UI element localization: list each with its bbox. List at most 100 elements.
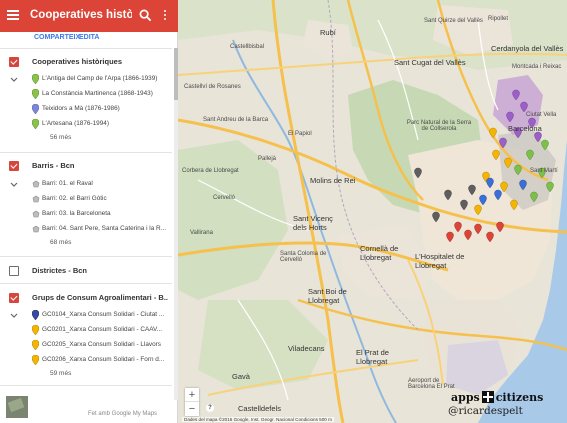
layer-checkbox-grups-consum[interactable]: [9, 293, 19, 303]
list-item-label: GC0205_Xarxa Consum Solidari - Llavors: [42, 341, 161, 348]
search-icon[interactable]: [139, 9, 152, 22]
polygon-shape: [32, 180, 40, 188]
pin-shape: [32, 119, 39, 129]
zoom-control: + −: [185, 388, 199, 416]
list-item[interactable]: GC0206_Xarxa Consum Solidari - Forn d...: [32, 355, 172, 367]
list-item[interactable]: GC0201_Xarxa Consum Solidari - CAAV...: [32, 325, 172, 337]
map-label: Ciutat Vella: [526, 112, 557, 118]
layer-name: Barris - Bcn: [32, 161, 75, 170]
list-item-label: GC0201_Xarxa Consum Solidari - CAAV...: [42, 326, 163, 333]
map-pin-icon: [32, 325, 39, 335]
more-options-icon[interactable]: [160, 8, 170, 24]
list-item-label: GC0206_Xarxa Consum Solidari - Forn d...: [42, 356, 165, 363]
list-item[interactable]: L'Antiga del Camp de l'Arpa (1866-1939): [32, 74, 172, 86]
map-label: Cervelló: [213, 195, 236, 201]
brand-logo: apps citizens: [451, 391, 543, 404]
map-label: Montcada i Reixac: [512, 64, 562, 70]
more-items-link[interactable]: 56 més: [50, 134, 71, 141]
list-item-label: La Constància Martinenca (1868-1943): [42, 90, 153, 97]
pin-shape: [32, 340, 39, 350]
map-pin-icon: [32, 310, 39, 320]
polygon-shape: [32, 210, 40, 218]
list-item[interactable]: L'Artesana (1876-1994): [32, 119, 172, 131]
divider: [0, 48, 172, 49]
list-item-label: L'Artesana (1876-1994): [42, 120, 109, 127]
help-icon[interactable]: ?: [206, 404, 214, 412]
layer-checkbox-districtes[interactable]: [9, 266, 19, 276]
list-item-label: L'Antiga del Camp de l'Arpa (1866-1939): [42, 75, 158, 82]
map-pin-icon: [32, 355, 39, 365]
layer-districtes[interactable]: Districtes - Bcn: [0, 264, 172, 280]
map-label: Castellbisbal: [230, 44, 265, 50]
pin-shape: [32, 104, 39, 114]
list-item[interactable]: GC0205_Xarxa Consum Solidari - Llavors: [32, 340, 172, 352]
map-actions: COMPARTEIX EDITA: [0, 32, 178, 47]
list-item[interactable]: Barri: 02. el Barri Gòtic: [32, 194, 172, 206]
map-pin-icon: [32, 74, 39, 84]
pin-shape: [32, 325, 39, 335]
list-item-label: Barri: 04. Sant Pere, Santa Caterina i l…: [42, 225, 166, 232]
map-label: Cerdanyola del Vallès: [491, 44, 564, 53]
map-label: Ripollet: [488, 16, 509, 22]
polygon-icon: [32, 225, 40, 233]
map-label: Castelldefels: [238, 404, 281, 413]
list-item[interactable]: GC0104_Xarxa Consum Solidari - Ciutat ..…: [32, 310, 172, 322]
edit-button[interactable]: EDITA: [79, 34, 99, 41]
map-label: Cornellà de Llobregat: [360, 244, 399, 262]
polygon-shape: [32, 195, 40, 203]
map-label: Santa Coloma de Cervelló: [280, 251, 327, 263]
pin-shape: [32, 310, 39, 320]
list-item[interactable]: Barri: 03. la Barceloneta: [32, 209, 172, 221]
brand-mark-icon: [481, 391, 494, 403]
basemap-thumbnail[interactable]: [6, 396, 28, 418]
pin-shape: [32, 74, 39, 84]
layer-barris[interactable]: Barris - Bcn: [0, 159, 172, 175]
layer-cooperatives[interactable]: Cooperatives històriques: [0, 55, 172, 71]
side-panel: Cooperatives històriq COMPARTEIX EDITA C…: [0, 0, 178, 423]
map-title: Cooperatives històriq: [30, 9, 132, 21]
map-label: Castellví de Rosanes: [184, 84, 241, 90]
chevron-down-icon[interactable]: [10, 313, 18, 318]
zoom-out-button[interactable]: −: [185, 402, 199, 416]
list-item-label: Teixidors a Mà (1876-1986): [42, 105, 120, 112]
more-items-link[interactable]: 68 més: [50, 239, 71, 246]
polygon-icon: [32, 180, 40, 188]
map-label: Viladecans: [288, 344, 325, 353]
map-label: Rubí: [320, 28, 336, 37]
map-label: Gavà: [232, 372, 250, 381]
made-with-text: Fet amb Google My Maps: [88, 411, 158, 417]
share-button[interactable]: COMPARTEIX: [34, 34, 80, 41]
map-label: Parc Natural de la Serra de Collserola: [406, 120, 472, 132]
brand-handle: @ricardespelt: [448, 405, 523, 417]
app-bar: Cooperatives històriq: [0, 0, 178, 32]
brand-name-right: citizens: [495, 391, 544, 404]
map-label: Vallirana: [190, 230, 213, 236]
pin-shape: [32, 89, 39, 99]
list-item[interactable]: Barri: 01. el Raval: [32, 179, 172, 191]
divider: [0, 283, 172, 284]
menu-icon[interactable]: [5, 8, 21, 24]
map-label: Sant Martí: [530, 168, 558, 174]
pin-shape: [32, 355, 39, 365]
layer-checkbox-barris[interactable]: [9, 161, 19, 171]
list-item[interactable]: Barri: 04. Sant Pere, Santa Caterina i l…: [32, 224, 172, 236]
list-item[interactable]: Teixidors a Mà (1876-1986): [32, 104, 172, 116]
list-item[interactable]: La Constància Martinenca (1868-1943): [32, 89, 172, 101]
map-pin-icon: [32, 104, 39, 114]
map-label: L'Hospitalet de Llobregat: [415, 252, 465, 270]
layer-checkbox-cooperatives[interactable]: [9, 57, 19, 67]
map-label: El Papiol: [288, 131, 312, 137]
layer-grups-consum[interactable]: Grups de Consum Agroalimentari - B...: [0, 291, 172, 307]
brand-name-left: apps: [451, 391, 480, 404]
more-items-link[interactable]: 59 més: [50, 370, 71, 377]
chevron-down-icon[interactable]: [10, 182, 18, 187]
layer-name: Cooperatives històriques: [32, 57, 123, 66]
map-pin-icon: [32, 119, 39, 129]
layer-name: Districtes - Bcn: [32, 266, 88, 275]
chevron-down-icon[interactable]: [10, 77, 18, 82]
map-attribution: Dades del mapa ©2015 Google, Inst. Geogr…: [182, 417, 334, 422]
divider: [0, 256, 172, 257]
map-canvas[interactable]: Rubí Castellbisbal Sant Quirze del Vallè…: [178, 0, 567, 423]
map-label: Molins de Rei: [310, 176, 356, 185]
zoom-in-button[interactable]: +: [185, 388, 199, 402]
